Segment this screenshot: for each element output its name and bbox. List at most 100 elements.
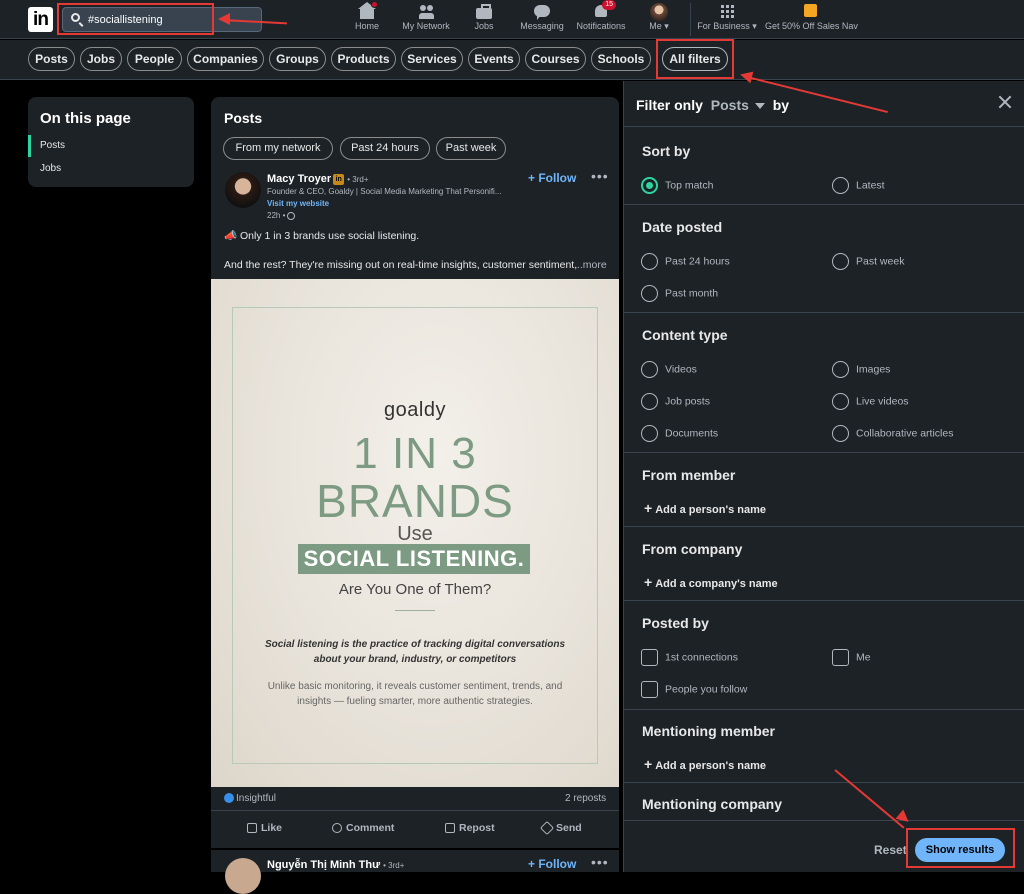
see-more-link[interactable]: ...more bbox=[574, 259, 607, 271]
content-type-dropdown[interactable]: Posts bbox=[711, 97, 765, 113]
panel-divider bbox=[624, 452, 1024, 453]
search-filter-bar: Posts Jobs People Companies Groups Produ… bbox=[0, 40, 1024, 80]
post2-more-options-icon[interactable]: ••• bbox=[591, 854, 609, 870]
nav-home[interactable]: Home bbox=[352, 1, 382, 37]
close-icon[interactable] bbox=[996, 93, 1014, 111]
date-past-week[interactable]: Past week bbox=[832, 253, 904, 270]
panel-divider bbox=[624, 709, 1024, 710]
visit-website-link[interactable]: Visit my website bbox=[267, 199, 329, 208]
add-from-member-button[interactable]: + Add a person's name bbox=[644, 500, 766, 516]
radio-icon bbox=[832, 361, 849, 378]
content-live-videos[interactable]: Live videos bbox=[832, 393, 909, 410]
content-collaborative-articles[interactable]: Collaborative articles bbox=[832, 425, 953, 442]
content-videos[interactable]: Videos bbox=[641, 361, 697, 378]
add-from-company-button[interactable]: + Add a company's name bbox=[644, 574, 778, 590]
nav-jobs-label: Jobs bbox=[474, 21, 494, 31]
nav-sales-nav[interactable]: Get 50% Off Sales Nav bbox=[765, 3, 858, 37]
briefcase-icon bbox=[475, 3, 493, 20]
nav-for-business-label: For Business ▾ bbox=[697, 21, 757, 31]
on-this-page-card: On this page Posts Jobs bbox=[28, 97, 194, 187]
reset-button[interactable]: Reset bbox=[874, 843, 907, 857]
filter-pill-people[interactable]: People bbox=[127, 47, 182, 71]
filter-pill-products[interactable]: Products bbox=[331, 47, 396, 71]
more-options-icon[interactable]: ••• bbox=[591, 168, 609, 184]
follow-button[interactable]: + Follow bbox=[528, 171, 576, 185]
image-divider bbox=[395, 610, 435, 611]
chip-from-my-network[interactable]: From my network bbox=[223, 137, 333, 160]
nav-me-label: Me ▾ bbox=[649, 21, 669, 31]
image-headline-1: 1 IN 3 bbox=[353, 429, 477, 478]
reaction-summary[interactable]: Insightful bbox=[224, 793, 276, 804]
post2-author-name[interactable]: Nguyễn Thị Minh Thư • 3rd+ bbox=[267, 859, 404, 871]
radio-icon bbox=[641, 361, 658, 378]
nav-jobs[interactable]: Jobs bbox=[470, 3, 498, 37]
linkedin-logo-icon[interactable]: in bbox=[28, 7, 53, 32]
post-author-avatar[interactable] bbox=[225, 172, 261, 208]
posted-by-1st-connections[interactable]: 1st connections bbox=[641, 649, 738, 666]
filter-pill-services[interactable]: Services bbox=[401, 47, 463, 71]
sort-latest[interactable]: Latest bbox=[832, 177, 885, 194]
date-past-24-hours[interactable]: Past 24 hours bbox=[641, 253, 730, 270]
chip-past-week[interactable]: Past week bbox=[436, 137, 506, 160]
radio-icon bbox=[832, 393, 849, 410]
chip-past-24-hours[interactable]: Past 24 hours bbox=[340, 137, 430, 160]
post2-author-avatar[interactable] bbox=[225, 858, 261, 894]
panel-divider bbox=[624, 126, 1024, 127]
post-author-name[interactable]: Macy Troyer in • 3rd+ bbox=[267, 173, 369, 185]
content-job-posts[interactable]: Job posts bbox=[641, 393, 710, 410]
image-description-text: Unlike basic monitoring, it reveals cust… bbox=[267, 681, 563, 707]
content-documents[interactable]: Documents bbox=[641, 425, 718, 442]
send-icon bbox=[539, 821, 555, 836]
radio-icon bbox=[641, 253, 658, 270]
nav-messaging[interactable]: Messaging bbox=[519, 3, 565, 37]
reposts-count[interactable]: 2 reposts bbox=[565, 793, 606, 804]
repost-icon bbox=[445, 823, 455, 834]
repost-button[interactable]: Repost bbox=[445, 822, 495, 834]
sort-top-match[interactable]: Top match bbox=[641, 177, 713, 194]
comment-button[interactable]: Comment bbox=[332, 822, 394, 834]
like-button[interactable]: Like bbox=[247, 822, 282, 834]
filter-pill-posts[interactable]: Posts bbox=[28, 47, 75, 71]
radio-selected-icon bbox=[641, 177, 658, 194]
content-images[interactable]: Images bbox=[832, 361, 890, 378]
home-icon bbox=[358, 1, 378, 20]
sort-by-title: Sort by bbox=[642, 143, 691, 159]
filter-pill-courses[interactable]: Courses bbox=[525, 47, 586, 71]
checkbox-icon bbox=[641, 649, 658, 666]
post-text-line1: 📣 Only 1 in 3 brands use social listenin… bbox=[224, 230, 420, 242]
post-image[interactable]: goaldy 1 IN 3 BRANDS Use SOCIAL LISTENIN… bbox=[211, 279, 619, 787]
bell-icon: 15 bbox=[592, 0, 616, 20]
panel-divider bbox=[624, 204, 1024, 205]
on-this-page-title: On this page bbox=[40, 110, 131, 127]
checkbox-icon bbox=[641, 681, 658, 698]
posted-by-people-you-follow[interactable]: People you follow bbox=[641, 681, 747, 698]
filter-pill-events[interactable]: Events bbox=[468, 47, 520, 71]
panel-divider bbox=[624, 782, 1024, 783]
posted-by-me[interactable]: Me bbox=[832, 649, 871, 666]
panel-header: Filter only Posts by bbox=[636, 97, 790, 113]
nav-sales-nav-label: Get 50% Off Sales Nav bbox=[765, 21, 858, 31]
filter-pill-groups[interactable]: Groups bbox=[269, 47, 326, 71]
plus-icon: + bbox=[644, 574, 653, 590]
add-mentioning-member-button[interactable]: + Add a person's name bbox=[644, 756, 766, 772]
post-separator bbox=[211, 848, 619, 850]
date-past-month[interactable]: Past month bbox=[641, 285, 718, 302]
nav-my-network[interactable]: My Network bbox=[399, 3, 453, 37]
filter-pill-jobs[interactable]: Jobs bbox=[80, 47, 122, 71]
post2-follow-button[interactable]: + Follow bbox=[528, 857, 576, 871]
filter-pill-schools[interactable]: Schools bbox=[591, 47, 651, 71]
filter-pill-companies[interactable]: Companies bbox=[187, 47, 264, 71]
insightful-icon bbox=[224, 793, 234, 804]
nav-messaging-label: Messaging bbox=[520, 21, 564, 31]
on-this-page-item-jobs[interactable]: Jobs bbox=[28, 158, 194, 180]
nav-notifications[interactable]: 15 Notifications bbox=[575, 0, 627, 37]
image-use-text: Use bbox=[397, 523, 433, 545]
radio-icon bbox=[832, 177, 849, 194]
on-this-page-item-posts[interactable]: Posts bbox=[28, 135, 194, 157]
plus-icon: + bbox=[644, 756, 653, 772]
nav-for-business[interactable]: For Business ▾ bbox=[697, 3, 757, 37]
send-button[interactable]: Send bbox=[539, 821, 582, 836]
like-icon bbox=[247, 823, 257, 834]
nav-me[interactable]: Me ▾ bbox=[645, 3, 673, 37]
post-divider bbox=[211, 810, 619, 811]
